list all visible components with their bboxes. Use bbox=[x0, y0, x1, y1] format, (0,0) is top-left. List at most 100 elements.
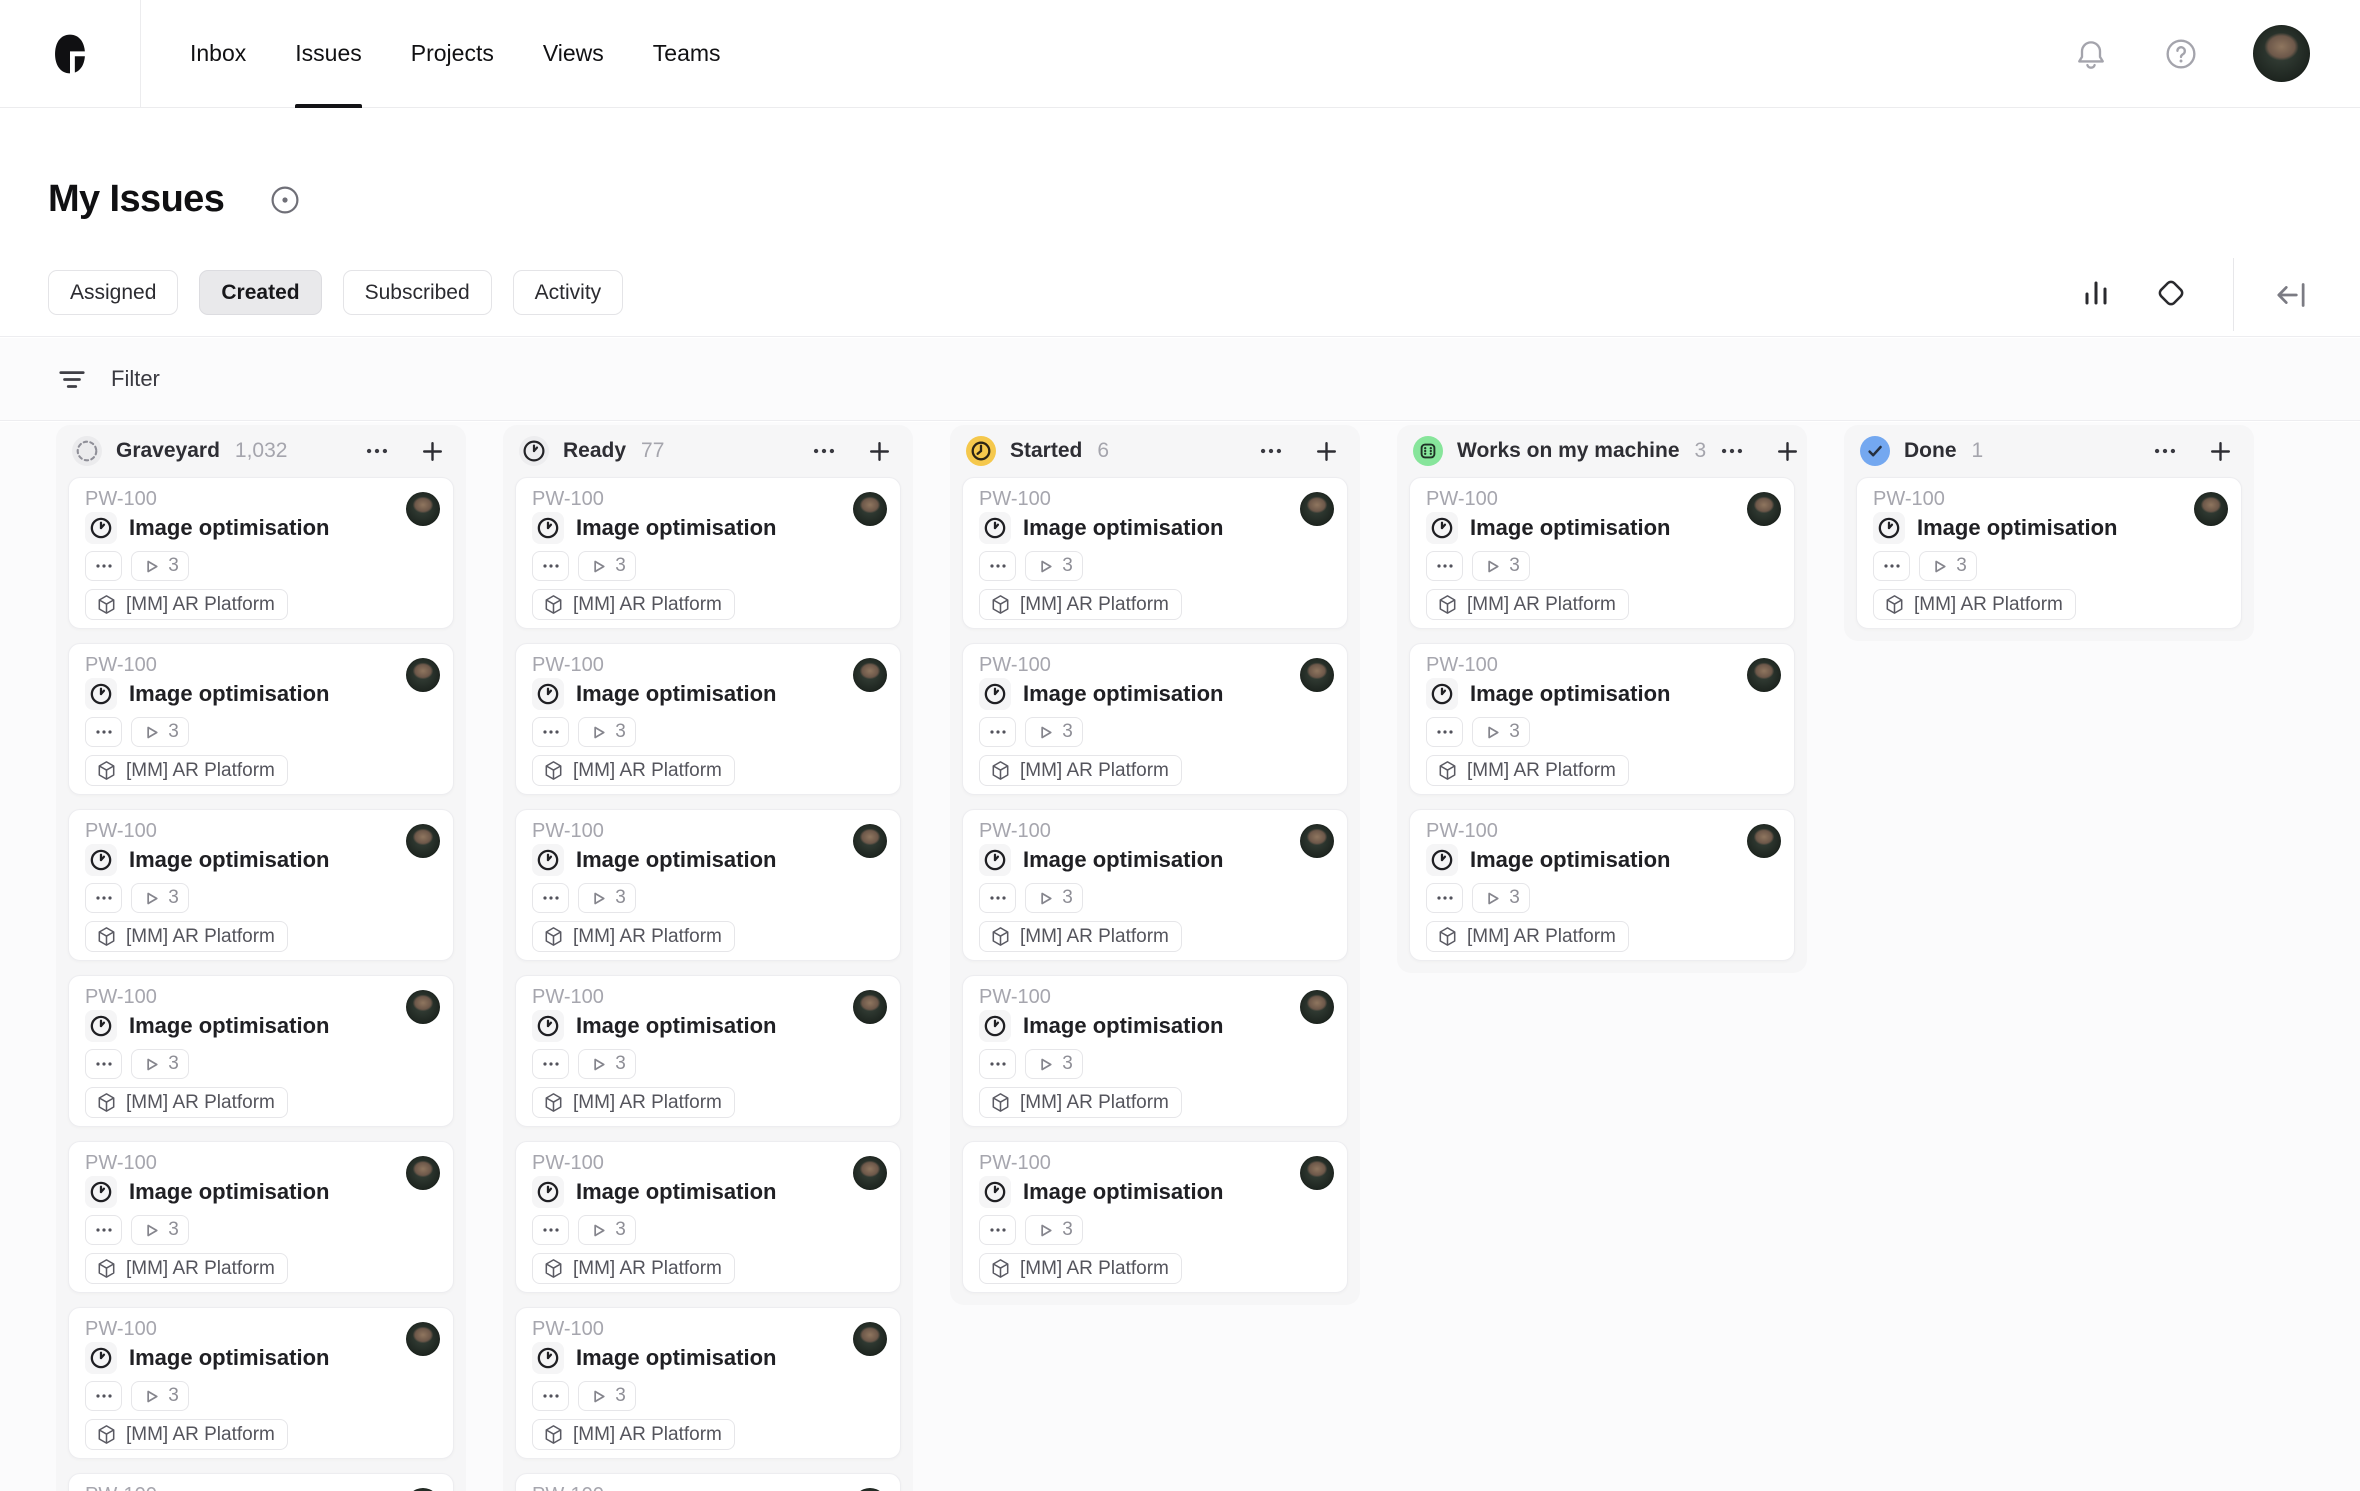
issue-more-button[interactable] bbox=[532, 1049, 569, 1079]
issue-status-clock-icon[interactable] bbox=[979, 512, 1011, 544]
project-label-pill[interactable]: [MM] AR Platform bbox=[85, 1253, 288, 1284]
issue-status-clock-icon[interactable] bbox=[532, 844, 564, 876]
issue-status-clock-icon[interactable] bbox=[532, 1342, 564, 1374]
issue-more-button[interactable] bbox=[532, 551, 569, 581]
issue-card[interactable]: PW-100 Image optimisation 3 [MM] AR Plat… bbox=[962, 809, 1348, 961]
issue-card[interactable]: PW-100 Image optimisation 3 [MM] AR Plat… bbox=[962, 975, 1348, 1127]
issue-more-button[interactable] bbox=[979, 1215, 1016, 1245]
project-label-pill[interactable]: [MM] AR Platform bbox=[532, 755, 735, 786]
issue-status-clock-icon[interactable] bbox=[532, 678, 564, 710]
issue-card[interactable]: PW-100 Image optimisation 3 [MM] AR Plat… bbox=[515, 809, 901, 961]
issue-status-clock-icon[interactable] bbox=[1426, 512, 1458, 544]
nav-item-projects[interactable]: Projects bbox=[411, 0, 494, 108]
issue-more-button[interactable] bbox=[532, 1215, 569, 1245]
project-label-pill[interactable]: [MM] AR Platform bbox=[532, 589, 735, 620]
issue-more-button[interactable] bbox=[85, 1215, 122, 1245]
project-label-pill[interactable]: [MM] AR Platform bbox=[979, 1087, 1182, 1118]
issue-status-clock-icon[interactable] bbox=[532, 1010, 564, 1042]
project-label-pill[interactable]: [MM] AR Platform bbox=[979, 589, 1182, 620]
sub-issues-button[interactable]: 3 bbox=[131, 1381, 189, 1411]
project-label-pill[interactable]: [MM] AR Platform bbox=[532, 1087, 735, 1118]
issue-status-clock-icon[interactable] bbox=[1873, 512, 1905, 544]
sub-issues-button[interactable]: 3 bbox=[131, 1215, 189, 1245]
sub-issues-button[interactable]: 3 bbox=[578, 717, 636, 747]
issue-status-clock-icon[interactable] bbox=[979, 1176, 1011, 1208]
sub-issues-button[interactable]: 3 bbox=[1025, 1215, 1083, 1245]
issue-status-clock-icon[interactable] bbox=[85, 678, 117, 710]
issue-status-clock-icon[interactable] bbox=[85, 844, 117, 876]
nav-item-issues[interactable]: Issues bbox=[295, 0, 363, 108]
issue-more-button[interactable] bbox=[532, 1381, 569, 1411]
issue-more-button[interactable] bbox=[85, 551, 122, 581]
project-label-pill[interactable]: [MM] AR Platform bbox=[979, 755, 1182, 786]
issue-status-clock-icon[interactable] bbox=[85, 512, 117, 544]
filter-icon[interactable] bbox=[56, 363, 88, 395]
help-icon[interactable] bbox=[2163, 36, 2199, 72]
issue-more-button[interactable] bbox=[1426, 717, 1463, 747]
column-add-issue-icon[interactable] bbox=[1313, 438, 1340, 465]
collapse-panel-icon[interactable] bbox=[2272, 276, 2310, 314]
issue-status-clock-icon[interactable] bbox=[1426, 844, 1458, 876]
issue-card[interactable]: PW-100 Image optimisation 3 [MM] AR Plat… bbox=[68, 809, 454, 961]
issue-card[interactable]: PW-100 Image optimisation 3 [MM] AR Plat… bbox=[68, 643, 454, 795]
issue-card[interactable]: PW-100 Image optimisation 3 [MM] AR Plat… bbox=[515, 1307, 901, 1459]
project-label-pill[interactable]: [MM] AR Platform bbox=[532, 1253, 735, 1284]
sub-issues-button[interactable]: 3 bbox=[578, 1215, 636, 1245]
issue-card[interactable]: PW-100 Image optimisation 3 [MM] AR Plat… bbox=[962, 643, 1348, 795]
circle-dot-icon[interactable] bbox=[269, 184, 301, 216]
project-label-pill[interactable]: [MM] AR Platform bbox=[1873, 589, 2076, 620]
user-avatar[interactable] bbox=[2253, 25, 2310, 82]
sub-issues-button[interactable]: 3 bbox=[578, 1049, 636, 1079]
project-label-pill[interactable]: [MM] AR Platform bbox=[85, 1419, 288, 1450]
issue-more-button[interactable] bbox=[85, 883, 122, 913]
issue-status-clock-icon[interactable] bbox=[532, 1176, 564, 1208]
sub-issues-button[interactable]: 3 bbox=[1472, 551, 1530, 581]
column-add-issue-icon[interactable] bbox=[2207, 438, 2234, 465]
column-more-icon[interactable] bbox=[365, 439, 389, 463]
issue-more-button[interactable] bbox=[532, 717, 569, 747]
sub-issues-button[interactable]: 3 bbox=[578, 1381, 636, 1411]
issue-more-button[interactable] bbox=[85, 717, 122, 747]
issue-more-button[interactable] bbox=[85, 1049, 122, 1079]
issue-status-clock-icon[interactable] bbox=[979, 678, 1011, 710]
project-label-pill[interactable]: [MM] AR Platform bbox=[85, 589, 288, 620]
nav-item-inbox[interactable]: Inbox bbox=[190, 0, 246, 108]
issue-card[interactable]: PW-100 Image optimisation 3 [MM] AR Plat… bbox=[1856, 477, 2242, 629]
project-label-pill[interactable]: [MM] AR Platform bbox=[979, 921, 1182, 952]
column-more-icon[interactable] bbox=[812, 439, 836, 463]
sub-issues-button[interactable]: 3 bbox=[1919, 551, 1977, 581]
project-label-pill[interactable]: [MM] AR Platform bbox=[979, 1253, 1182, 1284]
issue-card[interactable]: PW-100 Image optimisation 3 [MM] AR Plat… bbox=[515, 975, 901, 1127]
nav-item-teams[interactable]: Teams bbox=[653, 0, 721, 108]
issue-more-button[interactable] bbox=[1426, 883, 1463, 913]
issue-card[interactable]: PW-100 Image optimisation 3 [MM] AR Plat… bbox=[68, 477, 454, 629]
issue-card[interactable]: PW-100 Image optimisation 3 [MM] AR Plat… bbox=[515, 477, 901, 629]
issue-more-button[interactable] bbox=[979, 883, 1016, 913]
sub-issues-button[interactable]: 3 bbox=[1472, 883, 1530, 913]
issue-card[interactable]: PW-100 Image optimisation 3 [MM] AR Plat… bbox=[962, 1141, 1348, 1293]
sub-issues-button[interactable]: 3 bbox=[578, 883, 636, 913]
column-more-icon[interactable] bbox=[2153, 439, 2177, 463]
issue-more-button[interactable] bbox=[979, 551, 1016, 581]
sub-issues-button[interactable]: 3 bbox=[1025, 717, 1083, 747]
issue-card[interactable]: PW-100 Image optimisation 3 [MM] AR Plat… bbox=[962, 477, 1348, 629]
issue-card[interactable]: PW-100 Image optimisation 3 [MM] AR Plat… bbox=[68, 975, 454, 1127]
column-add-issue-icon[interactable] bbox=[866, 438, 893, 465]
sub-issues-button[interactable]: 3 bbox=[131, 883, 189, 913]
sub-issues-button[interactable]: 3 bbox=[578, 551, 636, 581]
issue-more-button[interactable] bbox=[532, 883, 569, 913]
issue-more-button[interactable] bbox=[979, 1049, 1016, 1079]
sub-issues-button[interactable]: 3 bbox=[131, 717, 189, 747]
issue-status-clock-icon[interactable] bbox=[85, 1010, 117, 1042]
project-label-pill[interactable]: [MM] AR Platform bbox=[1426, 589, 1629, 620]
issue-status-clock-icon[interactable] bbox=[85, 1342, 117, 1374]
issue-more-button[interactable] bbox=[85, 1381, 122, 1411]
diamond-icon[interactable] bbox=[2154, 276, 2188, 310]
app-logo[interactable] bbox=[0, 0, 141, 107]
issue-status-clock-icon[interactable] bbox=[979, 1010, 1011, 1042]
notifications-bell-icon[interactable] bbox=[2073, 36, 2109, 72]
issue-card[interactable]: PW-100 Image optimisation 3 [MM] AR Plat… bbox=[68, 1473, 454, 1491]
project-label-pill[interactable]: [MM] AR Platform bbox=[85, 921, 288, 952]
column-add-issue-icon[interactable] bbox=[419, 438, 446, 465]
tab-assigned[interactable]: Assigned bbox=[48, 270, 179, 315]
